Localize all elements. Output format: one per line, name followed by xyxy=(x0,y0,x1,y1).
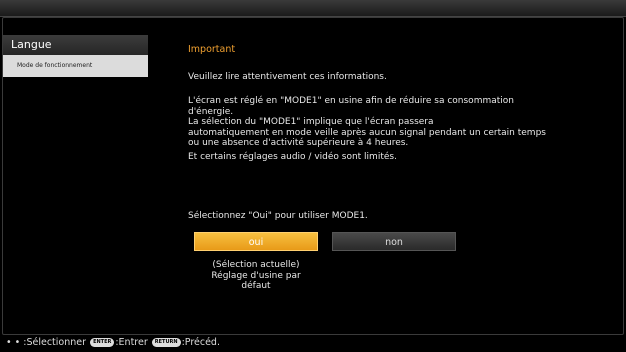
body-line: automatiquement en mode veille après auc… xyxy=(188,127,546,138)
body-line: L'écran est réglé en "MODE1" en usine af… xyxy=(188,96,514,106)
dialog-body: L'écran est réglé en "MODE1" en usine af… xyxy=(188,96,608,162)
body-line: Et certains réglages audio / vidéo sont … xyxy=(188,151,397,162)
body-line: ou une absence d'activité supérieure à 4… xyxy=(188,138,409,148)
dialog-intro: Veuillez lire attentivement ces informat… xyxy=(188,71,387,82)
footer-hints: • • :Sélectionner ENTER:Entrer RETURN:Pr… xyxy=(6,337,220,348)
top-bar xyxy=(0,0,626,17)
dialog-heading: Important xyxy=(188,44,236,55)
note-line: défaut xyxy=(241,281,271,291)
sidebar-item-label: Langue xyxy=(11,38,52,51)
enter-key-icon: ENTER xyxy=(90,338,115,347)
enter-hint: :Entrer xyxy=(115,337,148,348)
sidebar-item-label: Mode de fonctionnement xyxy=(17,62,93,69)
prev-hint: :Précéd. xyxy=(181,337,220,348)
note-line: Réglage d'usine par xyxy=(211,270,301,281)
return-key-icon: RETURN xyxy=(151,338,181,347)
oui-button[interactable]: oui xyxy=(194,232,318,251)
arrow-keys-icon: • • xyxy=(6,337,21,348)
current-selection-note: (Sélection actuelle) Réglage d'usine par… xyxy=(194,260,318,292)
select-hint: :Sélectionner xyxy=(23,337,87,348)
dialog-content: Important Veuillez lire attentivement ce… xyxy=(188,44,608,162)
sidebar: Langue Mode de fonctionnement xyxy=(3,35,148,77)
non-button[interactable]: non xyxy=(332,232,456,251)
body-line: d'énergie. xyxy=(188,106,234,117)
body-line: La sélection du "MODE1" implique que l'é… xyxy=(188,117,434,127)
dialog-prompt: Sélectionnez "Oui" pour utiliser MODE1. xyxy=(188,211,368,221)
sidebar-item-langue[interactable]: Langue xyxy=(3,35,148,55)
note-line: (Sélection actuelle) xyxy=(212,260,300,270)
sidebar-item-mode-de-fonctionnement[interactable]: Mode de fonctionnement xyxy=(3,55,148,77)
